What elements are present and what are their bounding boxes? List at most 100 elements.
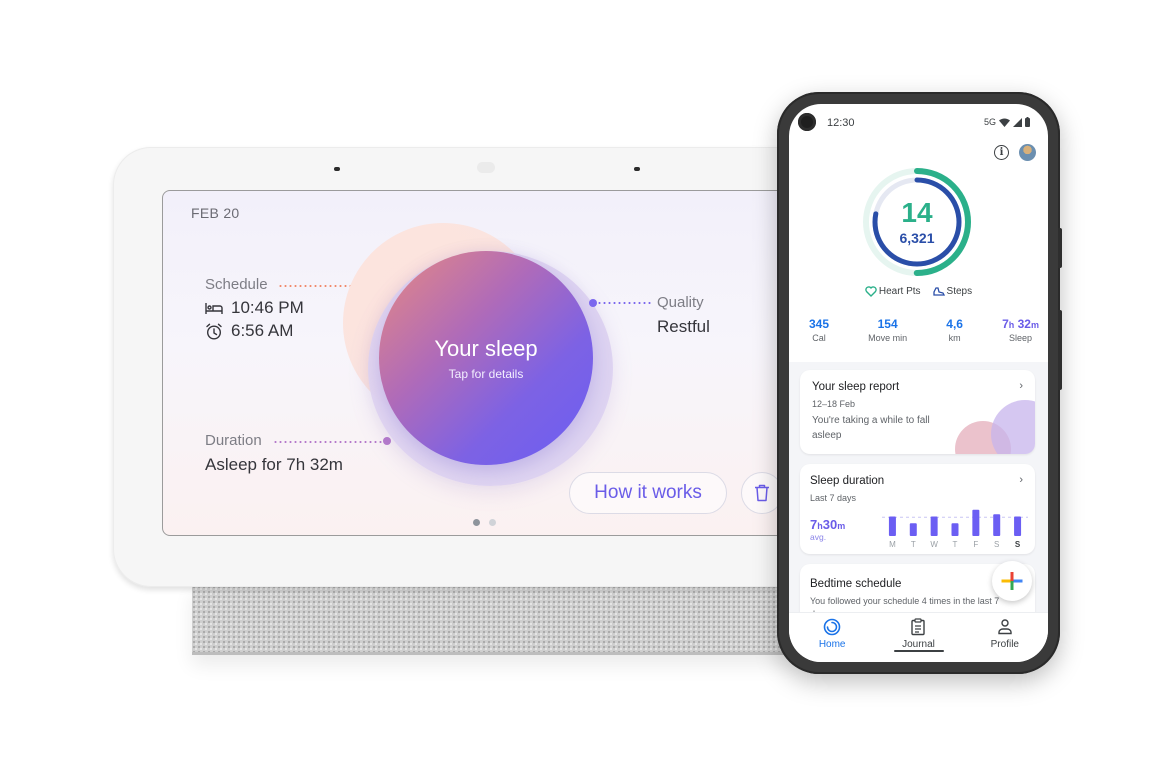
stat-distance-label: km <box>948 333 961 343</box>
battery-icon <box>1025 117 1030 127</box>
nav-home[interactable]: Home <box>789 613 875 662</box>
person-icon <box>998 619 1012 635</box>
legend-heart-pts: Heart Pts <box>865 286 921 297</box>
volume-button <box>1058 228 1062 268</box>
clipboard-icon <box>911 618 926 636</box>
chevron-right-icon: › <box>1019 380 1023 392</box>
sleep-bar-5 <box>993 514 1001 536</box>
chevron-right-icon: › <box>1019 474 1023 486</box>
wake-value: 6:56 AM <box>231 321 294 340</box>
power-button <box>1058 310 1062 390</box>
day-label-4: F <box>973 540 978 549</box>
avatar[interactable] <box>1019 144 1036 161</box>
stat-sleep-label: Sleep <box>1009 333 1033 343</box>
trash-icon <box>755 484 769 502</box>
bedtime-title: Bedtime schedule <box>810 578 902 590</box>
phone-screen: 12:30 5G i 14 6,321 Heart Pts Steps 345 … <box>789 104 1048 662</box>
quality-label: Quality <box>657 294 704 311</box>
legend-heart-pts-label: Heart Pts <box>878 286 921 297</box>
orb-subtitle: Tap for details <box>448 366 524 381</box>
page-dot-2[interactable] <box>489 519 496 526</box>
mic-hole-right <box>634 167 640 171</box>
stat-move-min-label: Move min <box>868 333 908 343</box>
sleep-avg-value: 7h30m <box>810 517 846 532</box>
quality-connector-dot <box>589 299 597 307</box>
stat-move-min: 154 Move min <box>868 317 907 343</box>
status-icons: 5G <box>984 117 1030 127</box>
sleep-report-dates: 12–18 Feb <box>812 399 856 409</box>
nav-profile[interactable]: Profile <box>962 613 1048 662</box>
stat-distance: 4,6 km <box>946 317 963 343</box>
nav-journal[interactable]: Journal <box>875 613 961 662</box>
sleep-report-title: Your sleep report <box>812 381 900 393</box>
phone-frame: 12:30 5G i 14 6,321 Heart Pts Steps 345 … <box>777 92 1060 674</box>
schedule-label: Schedule <box>205 276 268 293</box>
mic-hole-left <box>334 167 340 171</box>
stat-calories-label: Cal <box>812 333 826 343</box>
duration-label: Duration <box>205 432 262 449</box>
header-actions: i <box>994 144 1036 161</box>
add-fab-button[interactable] <box>992 561 1032 601</box>
stat-distance-value: 4,6 <box>946 317 963 331</box>
legend-steps-label: Steps <box>946 286 973 297</box>
your-sleep-orb[interactable]: Your sleep Tap for details <box>379 251 593 465</box>
sleep-duration-title: Sleep duration <box>810 475 885 487</box>
quality-connector <box>597 302 653 304</box>
network-label: 5G <box>983 117 996 127</box>
gesture-bar[interactable] <box>894 650 944 652</box>
stat-sleep: 7h 32m Sleep <box>1002 317 1039 343</box>
stat-calories-value: 345 <box>809 317 830 331</box>
sleep-bar-1 <box>909 523 917 536</box>
sleep-bar-3 <box>951 523 959 536</box>
plus-icon <box>1001 572 1023 590</box>
orb-title: Your sleep <box>434 335 538 361</box>
sleep-avg-label: avg. <box>810 532 827 542</box>
stat-calories: 345 Cal <box>809 317 829 343</box>
bed-icon <box>205 303 223 314</box>
heart-pts-value: 14 <box>901 197 933 228</box>
date-label: FEB 20 <box>191 205 240 221</box>
page-indicator <box>473 519 496 526</box>
hub-fabric-base <box>192 585 792 655</box>
day-label-5: S <box>994 540 999 549</box>
day-label-1: T <box>911 540 916 549</box>
sleep-bar-2 <box>930 516 938 536</box>
alarm-clock-icon <box>206 323 222 340</box>
day-label-2: W <box>930 540 938 549</box>
heart-icon <box>865 286 877 297</box>
sleep-duration-card[interactable]: Sleep duration › Last 7 days 7h30m avg. … <box>800 464 1035 554</box>
day-label-3: T <box>953 540 958 549</box>
activity-ring[interactable]: 14 6,321 <box>861 166 973 278</box>
legend-steps: Steps <box>932 286 973 297</box>
page-dot-1[interactable] <box>473 519 480 526</box>
how-it-works-button[interactable]: How it works <box>569 472 727 514</box>
sleep-bar-0 <box>888 516 896 536</box>
stat-move-min-value: 154 <box>877 317 898 331</box>
ambient-sensor <box>477 162 495 173</box>
wifi-icon <box>999 118 1010 127</box>
report-decoration <box>955 400 1035 454</box>
day-label-6: S <box>1015 540 1021 549</box>
bedtime-value: 10:46 PM <box>231 298 304 317</box>
nav-journal-label: Journal <box>902 639 935 650</box>
sleep-report-body: You're taking a while to fall asleep <box>812 415 930 441</box>
duration-connector-dot <box>383 437 391 445</box>
day-label-0: M <box>889 540 896 549</box>
duration-value: Asleep for 7h 32m <box>205 455 343 474</box>
steps-value: 6,321 <box>899 230 935 246</box>
daily-stats: 345 Cal 154 Move min 4,6 km 7h 32m Sleep <box>809 317 1039 343</box>
nav-home-label: Home <box>818 639 846 650</box>
status-time: 12:30 <box>827 117 855 129</box>
quality-value: Restful <box>657 317 710 336</box>
sleep-bar-6 <box>1014 516 1022 536</box>
ring-legend: Heart Pts Steps <box>789 286 1048 297</box>
info-icon[interactable]: i <box>994 145 1009 160</box>
sleep-duration-chart: MTWTFSS <box>882 509 1028 549</box>
front-camera <box>798 113 816 131</box>
signal-icon <box>1013 117 1022 127</box>
nav-profile-label: Profile <box>990 639 1019 650</box>
sleep-duration-subtitle: Last 7 days <box>810 493 857 503</box>
bedtime-row: 10:46 PM <box>205 298 304 318</box>
sleep-report-card[interactable]: Your sleep report › 12–18 Feb You're tak… <box>800 370 1035 454</box>
shoe-icon <box>932 287 945 296</box>
